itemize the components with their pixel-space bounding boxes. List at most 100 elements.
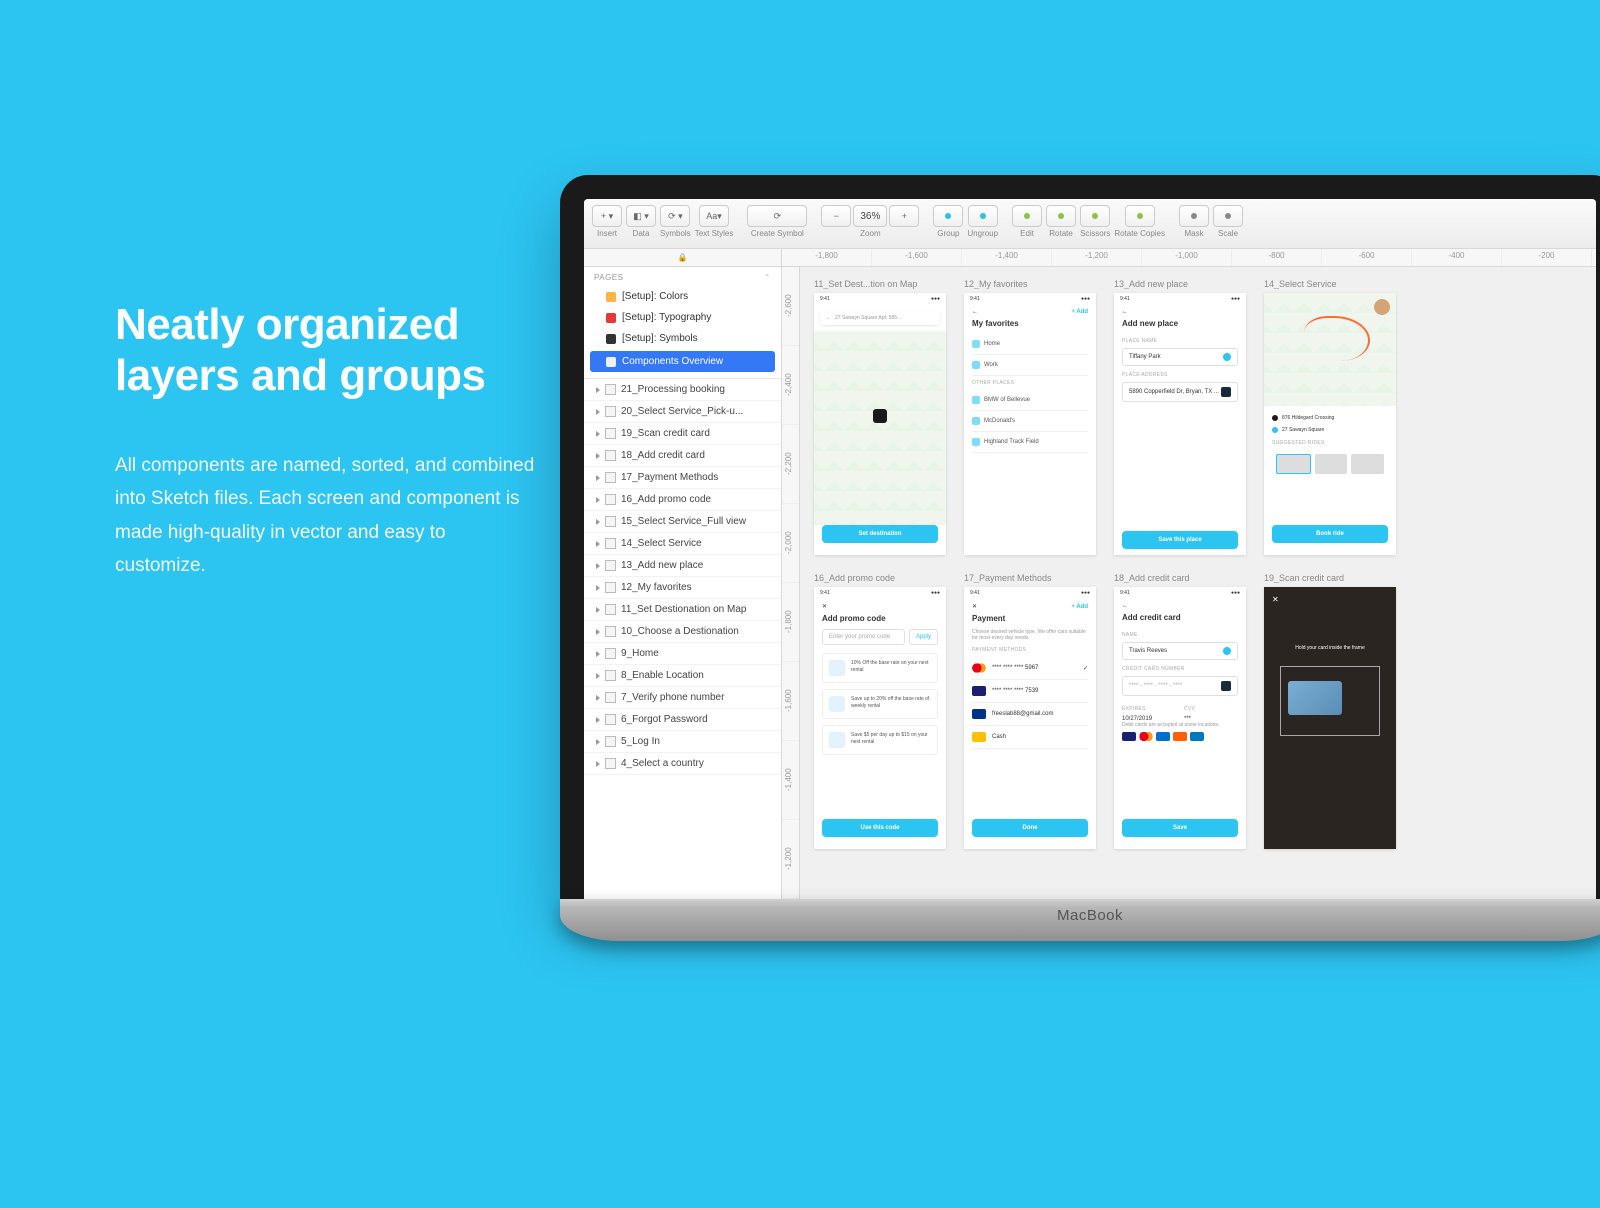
symbols-button[interactable]: ⟳ ▾ xyxy=(660,205,690,227)
field-label: CVV xyxy=(1184,706,1238,712)
check-icon: ✓ xyxy=(1083,665,1088,672)
data-button[interactable]: ◧ ▾ xyxy=(626,205,656,227)
mask-button[interactable] xyxy=(1179,205,1209,227)
layer-item[interactable]: 11_Set Destionation on Map xyxy=(584,599,781,621)
car-option xyxy=(1315,454,1348,474)
artboard-icon xyxy=(605,692,616,703)
disclosure-triangle-icon[interactable] xyxy=(596,739,600,745)
ungroup-button[interactable] xyxy=(968,205,998,227)
layer-item[interactable]: 14_Select Service xyxy=(584,533,781,555)
artboard-title[interactable]: 17_Payment Methods xyxy=(964,573,1096,583)
disclosure-triangle-icon[interactable] xyxy=(596,497,600,503)
field-label: Name xyxy=(1122,632,1238,638)
disclosure-triangle-icon[interactable] xyxy=(596,717,600,723)
disclosure-triangle-icon[interactable] xyxy=(596,761,600,767)
name-input: Tiffany Park xyxy=(1122,348,1238,366)
layer-item[interactable]: 18_Add credit card xyxy=(584,445,781,467)
section-label: PAYMENT METHODS xyxy=(972,647,1088,653)
disclosure-triangle-icon[interactable] xyxy=(596,673,600,679)
zoom-in-button[interactable]: + xyxy=(889,205,919,227)
group-button[interactable] xyxy=(933,205,963,227)
artboard-select-service[interactable]: 876 Hildegard Crossing 27 Sawayn Square … xyxy=(1264,293,1396,555)
rotate-button[interactable] xyxy=(1046,205,1076,227)
origin-dot-icon xyxy=(1272,415,1278,421)
pages-collapse-icon[interactable]: ⌃ xyxy=(764,273,771,282)
page-item[interactable]: [Setup]: Colors xyxy=(584,286,781,307)
artboard-title[interactable]: 19_Scan credit card xyxy=(1264,573,1396,583)
close-icon: ✕ xyxy=(822,603,827,610)
disclosure-triangle-icon[interactable] xyxy=(596,387,600,393)
rotate-copies-button[interactable] xyxy=(1125,205,1155,227)
artboard-add-place[interactable]: 9:41●●● ← Add new place Place name Tiffa… xyxy=(1114,293,1246,555)
artboard-payment[interactable]: 9:41●●● ✕+ Add Payment Choose desired ve… xyxy=(964,587,1096,849)
layer-item[interactable]: 16_Add promo code xyxy=(584,489,781,511)
disclosure-triangle-icon[interactable] xyxy=(596,541,600,547)
disclosure-triangle-icon[interactable] xyxy=(596,651,600,657)
disclosure-triangle-icon[interactable] xyxy=(596,409,600,415)
layer-item[interactable]: 15_Select Service_Full view xyxy=(584,511,781,533)
artboard-add-card[interactable]: 9:41●●● ← Add credit card Name Travis Re… xyxy=(1114,587,1246,849)
disclosure-triangle-icon[interactable] xyxy=(596,695,600,701)
artboard-icon xyxy=(605,648,616,659)
canvas[interactable]: -2,600-2,400-2,200-2,000-1,800-1,600-1,4… xyxy=(782,267,1596,899)
search-input: ←27 Sawayn Square Apt. 585... xyxy=(820,311,940,325)
artboard-favorites[interactable]: 9:41●●● ←+ Add My favorites Home Work OT… xyxy=(964,293,1096,555)
scale-icon xyxy=(1225,213,1231,219)
create-symbol-button[interactable]: ⟳ xyxy=(747,205,807,227)
disclosure-triangle-icon[interactable] xyxy=(596,453,600,459)
disclosure-triangle-icon[interactable] xyxy=(596,475,600,481)
artboard-title[interactable]: 12_My favorites xyxy=(964,279,1096,289)
rotate-icon xyxy=(1058,213,1064,219)
artboard-title[interactable]: 16_Add promo code xyxy=(814,573,946,583)
layer-item[interactable]: 7_Verify phone number xyxy=(584,687,781,709)
insert-button[interactable]: + ▾ xyxy=(592,205,622,227)
artboard-title[interactable]: 18_Add credit card xyxy=(1114,573,1246,583)
car-option xyxy=(1276,454,1311,474)
edit-button[interactable] xyxy=(1012,205,1042,227)
page-item[interactable]: [Setup]: Typography xyxy=(584,307,781,328)
disclosure-triangle-icon[interactable] xyxy=(596,607,600,613)
artboard-scan-card[interactable]: ✕ Hold your card inside the frame xyxy=(1264,587,1396,849)
layer-item[interactable]: 9_Home xyxy=(584,643,781,665)
home-icon xyxy=(972,340,980,348)
artboard-promo-code[interactable]: 9:41●●● ✕ Add promo code Enter your prom… xyxy=(814,587,946,849)
artboard-set-destination[interactable]: 9:41●●● ←27 Sawayn Square Apt. 585... Se… xyxy=(814,293,946,555)
scale-button[interactable] xyxy=(1213,205,1243,227)
edit-label: Edit xyxy=(1020,229,1034,238)
layer-item[interactable]: 12_My favorites xyxy=(584,577,781,599)
promo-icon xyxy=(829,696,845,712)
layer-item[interactable]: 4_Select a country xyxy=(584,753,781,775)
disclosure-triangle-icon[interactable] xyxy=(596,585,600,591)
discover-icon xyxy=(1173,732,1187,741)
disclosure-triangle-icon[interactable] xyxy=(596,629,600,635)
lock-icon[interactable]: 🔒 xyxy=(678,253,688,262)
layer-item[interactable]: 6_Forgot Password xyxy=(584,709,781,731)
section-label: SUGGESTED RIDES xyxy=(1272,440,1388,446)
artboard-title[interactable]: 14_Select Service xyxy=(1264,279,1396,289)
page-item[interactable]: [Setup]: Symbols xyxy=(584,328,781,349)
page-components-overview[interactable]: Components Overview xyxy=(590,351,775,372)
layer-item[interactable]: 17_Payment Methods xyxy=(584,467,781,489)
layer-item[interactable]: 13_Add new place xyxy=(584,555,781,577)
disclosure-triangle-icon[interactable] xyxy=(596,563,600,569)
layer-item[interactable]: 21_Processing booking xyxy=(584,379,781,401)
layer-item[interactable]: 5_Log In xyxy=(584,731,781,753)
textstyles-button[interactable]: Aa ▾ xyxy=(699,205,729,227)
disclosure-triangle-icon[interactable] xyxy=(596,519,600,525)
artboard-title[interactable]: 11_Set Dest...tion on Map xyxy=(814,279,946,289)
zoom-value[interactable]: 36% xyxy=(853,205,887,227)
place-icon xyxy=(972,396,980,404)
zoom-out-button[interactable]: − xyxy=(821,205,851,227)
layer-item[interactable]: 8_Enable Location xyxy=(584,665,781,687)
zoom-label: Zoom xyxy=(860,229,880,238)
artboard-title[interactable]: 13_Add new place xyxy=(1114,279,1246,289)
artboard-icon xyxy=(605,582,616,593)
layer-item[interactable]: 20_Select Service_Pick-u... xyxy=(584,401,781,423)
page-icon xyxy=(606,292,616,302)
card-number-input: **** - **** - **** - **** xyxy=(1122,676,1238,696)
layer-item[interactable]: 10_Choose a Destionation xyxy=(584,621,781,643)
layer-item[interactable]: 19_Scan credit card xyxy=(584,423,781,445)
cash-icon xyxy=(972,732,986,742)
scissors-button[interactable] xyxy=(1080,205,1110,227)
disclosure-triangle-icon[interactable] xyxy=(596,431,600,437)
